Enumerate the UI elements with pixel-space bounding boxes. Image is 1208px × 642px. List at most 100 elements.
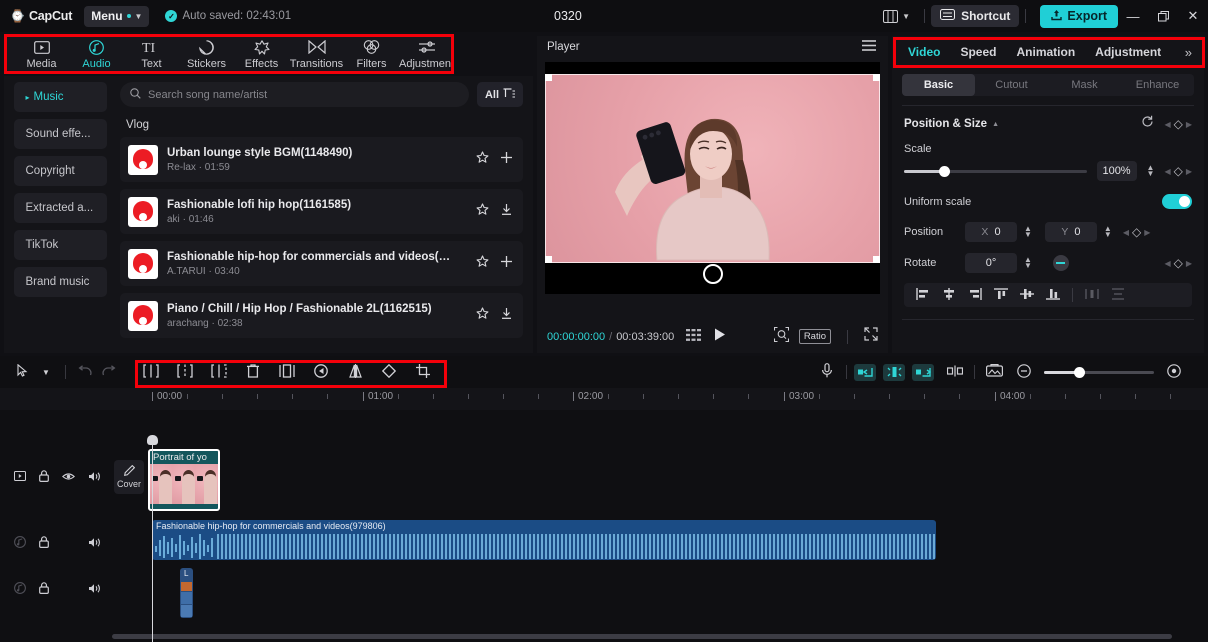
keyframe-next-icon[interactable]: ▶ (1186, 120, 1192, 129)
resize-handle-br[interactable] (873, 256, 880, 263)
audio-note-icon[interactable] (14, 582, 26, 597)
category-tiktok[interactable]: TikTok (13, 230, 107, 260)
position-x-field[interactable]: X 0 (965, 222, 1017, 242)
rotate-dial[interactable] (1052, 255, 1069, 271)
rotate-stepper[interactable]: ▲ ▼ (1024, 256, 1032, 270)
tab-video[interactable]: Video (898, 45, 950, 59)
position-y-stepper[interactable]: ▲ ▼ (1104, 225, 1112, 239)
nav-item-transitions[interactable]: Transitions (289, 39, 344, 70)
distribute-h-icon[interactable] (1079, 288, 1105, 303)
undo-icon[interactable] (73, 364, 97, 380)
filter-button[interactable]: All (476, 82, 523, 107)
eye-icon[interactable] (61, 472, 76, 484)
nav-item-stickers[interactable]: Stickers (179, 39, 234, 70)
align-center-v-icon[interactable] (1014, 288, 1040, 303)
media-icon[interactable] (14, 471, 26, 484)
add-icon[interactable] (500, 255, 513, 273)
favorite-star-icon[interactable] (476, 150, 489, 169)
nav-item-filters[interactable]: Filters (344, 39, 399, 70)
zoom-out-icon[interactable] (1012, 363, 1036, 381)
align-left-icon[interactable] (910, 287, 936, 303)
tab-animation[interactable]: Animation (1006, 45, 1085, 59)
reverse-icon[interactable] (309, 363, 333, 381)
keyframe-next-icon[interactable]: ▶ (1186, 167, 1192, 176)
category-music[interactable]: Music (13, 82, 107, 112)
favorite-star-icon[interactable] (476, 202, 489, 221)
keyframe-next-icon[interactable]: ▶ (1144, 228, 1150, 237)
layout-button[interactable]: ▼ (875, 9, 918, 23)
resize-handle-bl[interactable] (545, 256, 552, 263)
split-left-icon[interactable] (139, 363, 163, 381)
freeze-frame-icon[interactable] (275, 363, 299, 381)
audio-in-icon[interactable] (854, 363, 876, 381)
scale-slider[interactable] (904, 165, 1087, 177)
nav-item-media[interactable]: Media (14, 39, 69, 70)
add-icon[interactable] (500, 151, 513, 169)
lock-icon[interactable] (39, 470, 49, 485)
audio-note-icon[interactable] (14, 536, 26, 551)
position-x-stepper[interactable]: ▲ ▼ (1024, 225, 1032, 239)
subtab-mask[interactable]: Mask (1048, 74, 1121, 96)
download-icon[interactable] (500, 307, 513, 325)
keyframe-prev-icon[interactable]: ◀ (1164, 259, 1170, 268)
audio-both-icon[interactable] (883, 363, 905, 381)
rotate-handle[interactable] (702, 264, 723, 284)
small-audio-clip[interactable]: L (180, 568, 193, 618)
rotate-value[interactable]: 0° (965, 253, 1017, 273)
redo-icon[interactable] (97, 364, 121, 380)
rotate-icon[interactable] (377, 363, 401, 381)
list-item[interactable]: Fashionable lofi hip hop(1161585) aki · … (120, 189, 523, 234)
align-top-icon[interactable] (988, 287, 1014, 303)
delete-icon[interactable] (241, 363, 265, 381)
split-icon[interactable] (173, 363, 197, 381)
magnifier-icon[interactable] (773, 326, 789, 347)
maximize-button[interactable] (1148, 0, 1178, 32)
nav-item-effects[interactable]: Effects (234, 39, 289, 70)
horizontal-scrollbar[interactable] (112, 634, 1172, 639)
distribute-v-icon[interactable] (1105, 287, 1131, 303)
subtab-cutout[interactable]: Cutout (975, 74, 1048, 96)
keyframe-prev-icon[interactable]: ◀ (1164, 120, 1170, 129)
ratio-button[interactable]: Ratio (798, 329, 831, 344)
uniform-scale-toggle[interactable] (1162, 194, 1192, 209)
scale-value[interactable]: 100% (1096, 161, 1137, 181)
keyframe-prev-icon[interactable]: ◀ (1123, 228, 1129, 237)
align-right-icon[interactable] (962, 287, 988, 303)
category-brand-music[interactable]: Brand music (13, 267, 107, 297)
fullscreen-icon[interactable] (864, 327, 878, 346)
hamburger-icon[interactable] (862, 38, 876, 56)
audio-out-icon[interactable] (912, 363, 934, 381)
play-icon[interactable] (714, 328, 726, 346)
video-clip[interactable]: Portrait of yo (148, 449, 220, 511)
video-stage[interactable] (545, 62, 880, 294)
lock-icon[interactable] (39, 582, 49, 597)
cursor-icon[interactable] (10, 363, 34, 380)
category-sound-effects[interactable]: Sound effe... (13, 119, 107, 149)
list-item[interactable]: Urban lounge style BGM(1148490) Re-lax ·… (120, 137, 523, 182)
align-bottom-icon[interactable] (1040, 288, 1066, 303)
cursor-dropdown-icon[interactable]: ▼ (34, 368, 58, 377)
zoom-slider-knob[interactable] (1074, 366, 1085, 378)
speaker-icon[interactable] (88, 537, 101, 551)
keyframe-diamond-icon[interactable]: ◇ (1174, 117, 1183, 131)
position-y-field[interactable]: Y 0 (1044, 222, 1097, 242)
split-clip-icon[interactable] (943, 365, 967, 380)
nav-item-adjustment[interactable]: Adjustment (399, 39, 454, 70)
category-extracted-audio[interactable]: Extracted a... (13, 193, 107, 223)
split-right-icon[interactable] (207, 363, 231, 381)
tab-speed[interactable]: Speed (950, 45, 1006, 59)
tab-adjustment[interactable]: Adjustment (1085, 45, 1171, 59)
keyframe-diamond-icon[interactable]: ◇ (1174, 164, 1183, 178)
shortcut-button[interactable]: Shortcut (931, 5, 1020, 27)
keyframe-prev-icon[interactable]: ◀ (1164, 167, 1170, 176)
timeline-ruler[interactable]: 00:00 01:00 02:00 03:00 04:00 (0, 388, 1208, 410)
minimize-button[interactable]: — (1118, 0, 1148, 32)
menu-button[interactable]: Menu ▼ (84, 5, 150, 27)
favorite-star-icon[interactable] (476, 306, 489, 325)
scale-stepper[interactable]: ▲ ▼ (1147, 164, 1155, 178)
subtab-basic[interactable]: Basic (902, 74, 975, 96)
keyframe-next-icon[interactable]: ▶ (1186, 259, 1192, 268)
nav-item-audio[interactable]: Audio (69, 39, 124, 70)
cover-button[interactable]: Cover (114, 460, 144, 494)
close-button[interactable]: ✕ (1178, 0, 1208, 32)
